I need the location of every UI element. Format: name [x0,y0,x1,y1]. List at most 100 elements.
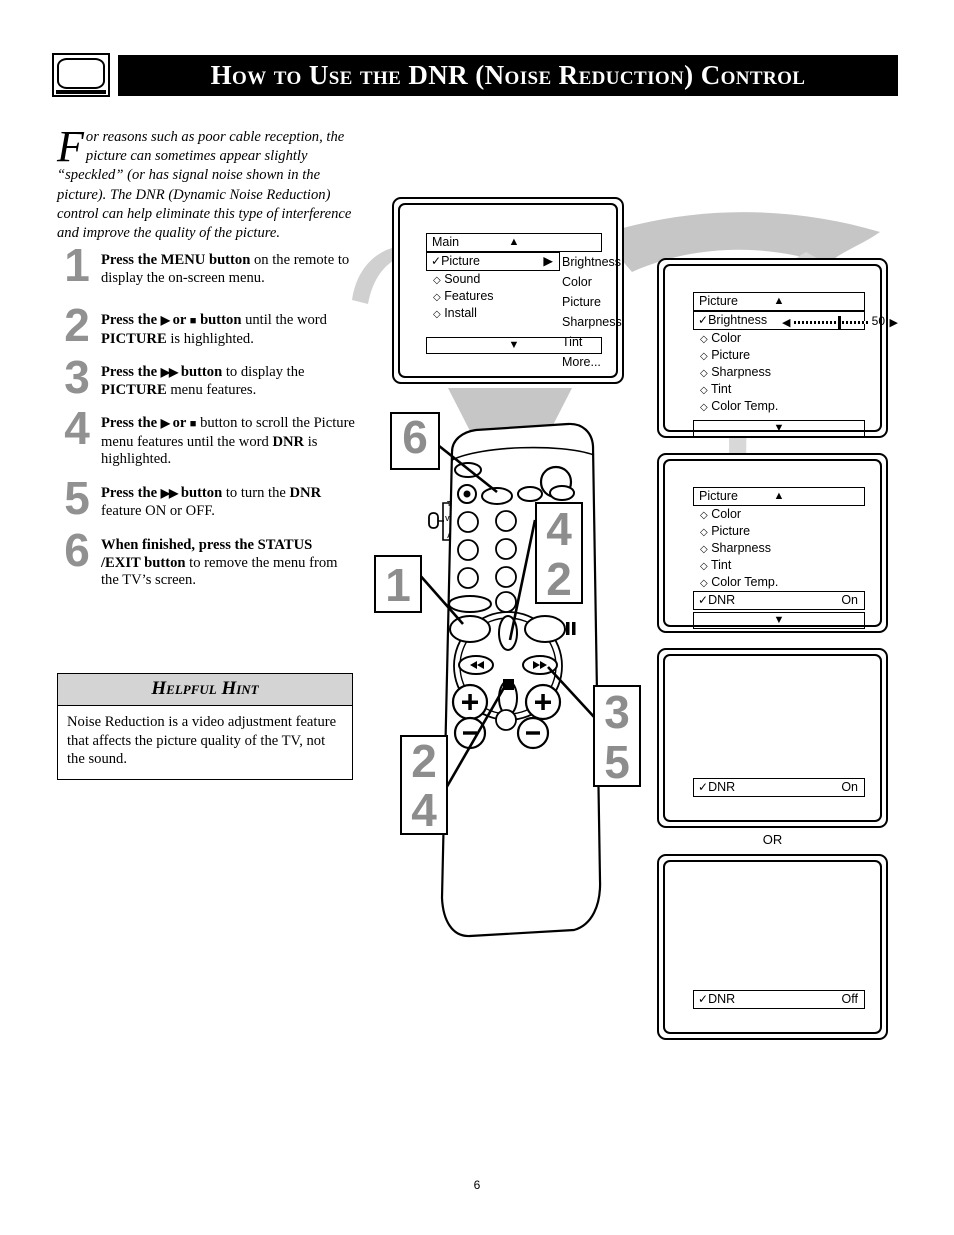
osd-sub-tint[interactable]: Tint [562,332,622,352]
nav-right-button[interactable] [522,655,558,675]
step-5: 5 Press the ▶▶ button to turn the DNR fea… [55,473,355,525]
callout-5: 5 [604,736,630,788]
osd-main-menu: Main ▲ ✓Picture ▶ ◇ Sound ◇ Features ◇ I… [426,233,622,369]
osd-dnr-on: ✓DNR On [693,778,865,797]
osd-item-color-temp[interactable]: ◇ Color Temp. [693,398,865,415]
step-number: 3 [64,351,90,403]
label-vol: VOL [449,716,464,723]
label-acc: ACC [447,533,463,540]
osd-item-tint[interactable]: ◇ Tint [693,381,865,398]
helpful-hint-box: Helpful Hint Noise Reduction is a video … [57,673,353,780]
osd-item-label: Features [444,289,494,303]
scroll-down-icon[interactable]: ▼ [693,420,865,437]
status-exit-button[interactable] [481,487,513,505]
osd-header-picture: Picture ▲ [693,487,865,506]
step-number: 1 [64,239,90,291]
fast-forward-icon [533,661,540,669]
osd-item-label: Install [444,306,477,320]
osd-sub-sharpness[interactable]: Sharpness [562,312,622,332]
label-sound: SOUND [457,611,484,618]
leader-line-3-5 [547,666,596,719]
scroll-up-icon[interactable]: ▲ [774,488,785,505]
osd-item-label: Tint [710,382,732,396]
osd-item-brightness-selected[interactable]: ✓Brightness ◀ 50 ▶ [693,311,898,330]
osd-header-label: Main [432,235,460,249]
brightness-slider[interactable]: ◀ 50 ▶ [782,313,898,330]
label-av: AV [453,479,463,486]
label-tv: TV [447,501,457,508]
slider-knob[interactable] [838,316,841,329]
osd-item-label: Color Temp. [711,575,779,589]
scroll-up-icon[interactable]: ▲ [774,293,785,310]
step-text: When finished, press the STATUS /EXIT bu… [101,537,338,588]
osd-item-label: Color Temp. [711,399,779,413]
nav-up-button[interactable] [498,615,518,651]
record-dot-icon [463,490,471,498]
channel-down-button[interactable] [516,716,550,750]
key-label-2: 2 [502,514,509,526]
nav-left-button[interactable] [458,655,494,675]
sleep-button[interactable] [454,462,482,478]
key-label-1: 1 [464,515,471,527]
callout-4b: 4 [411,784,437,836]
channel-up-button[interactable] [524,683,562,721]
step-text: Press the ▶ or ■ button to scroll the Pi… [101,415,355,467]
osd-item-dnr-off[interactable]: ✓DNR Off [693,990,865,1009]
osd-picture-menu-2: Picture ▲ ◇ Color ◇ Picture ◇ Sharpness … [693,487,865,629]
osd-item-picture[interactable]: ◇ Picture [693,347,865,364]
osd-item-picture[interactable]: ◇ Picture [693,523,865,540]
osd-dnr-off: ✓DNR Off [693,990,865,1009]
step-text: Press the MENU button on the remote to d… [101,252,350,286]
nav-down-button[interactable] [498,680,518,716]
osd-item-color[interactable]: ◇ Color [693,506,865,523]
label-power: POWER [541,443,573,452]
osd-sub-picture[interactable]: Picture [562,292,622,312]
pause-icon [572,622,576,635]
osd-item-sharpness[interactable]: ◇ Sharpness [693,540,865,557]
slider-track [794,321,868,324]
slider-right-arrow-icon[interactable]: ▶ [890,315,898,332]
pause-icon [566,622,570,635]
page-header: How to Use the DNR (Noise Reduction) Con… [52,53,898,97]
osd-item-sharpness[interactable]: ◇ Sharpness [693,364,865,381]
diamond-icon: ◇ [700,351,708,362]
volume-up-button[interactable] [451,683,489,721]
key-label-5: 5 [502,542,509,554]
osd-sub-brightness[interactable]: Brightness [562,252,622,272]
slider-left-arrow-icon[interactable]: ◀ [782,315,790,332]
osd-sub-more[interactable]: More... [562,352,622,372]
check-icon: ✓ [431,254,442,268]
callout-6: 6 [390,412,440,470]
label-clock: CLOCK [550,479,576,486]
diamond-icon: ◇ [700,402,708,413]
source-switch[interactable] [428,512,439,529]
label-picture: PICTURE [528,608,561,615]
scroll-down-icon[interactable]: ▼ [693,612,865,629]
cc-button[interactable] [517,486,543,502]
diamond-icon: ◇ [700,527,708,538]
callout-2b: 2 [411,735,437,787]
mute-button[interactable] [495,709,517,731]
osd-item-color[interactable]: ◇ Color [693,330,865,347]
osd-item-label: Sound [444,272,481,286]
diamond-icon: ◇ [433,292,441,303]
osd-item-tint[interactable]: ◇ Tint [693,557,865,574]
label-vcr: VCR [445,516,461,523]
step-3: 3 Press the ▶▶ button to display the PICT… [55,352,355,404]
osd-item-picture-selected[interactable]: ✓Picture ▶ [426,252,560,271]
chevron-right-icon[interactable]: ▶ [543,253,553,270]
osd-item-label: Picture [711,524,751,538]
header-bar: How to Use the DNR (Noise Reduction) Con… [118,55,898,96]
osd-selected-label: DNR [708,593,736,607]
callout-3: 3 [604,686,630,738]
scroll-up-icon[interactable]: ▲ [509,234,520,251]
label-mute: MUTE [494,731,515,738]
diamond-icon: ◇ [700,510,708,521]
smart-sound-button[interactable] [448,595,492,613]
tv-screen-picture-dnr: Picture ▲ ◇ Color ◇ Picture ◇ Sharpness … [657,453,888,633]
clock-button[interactable] [549,485,575,501]
osd-sub-color[interactable]: Color [562,272,622,292]
osd-item-dnr-selected[interactable]: ✓DNR On [693,591,865,610]
osd-item-color-temp[interactable]: ◇ Color Temp. [693,574,865,591]
osd-item-dnr-on[interactable]: ✓DNR On [693,778,865,797]
